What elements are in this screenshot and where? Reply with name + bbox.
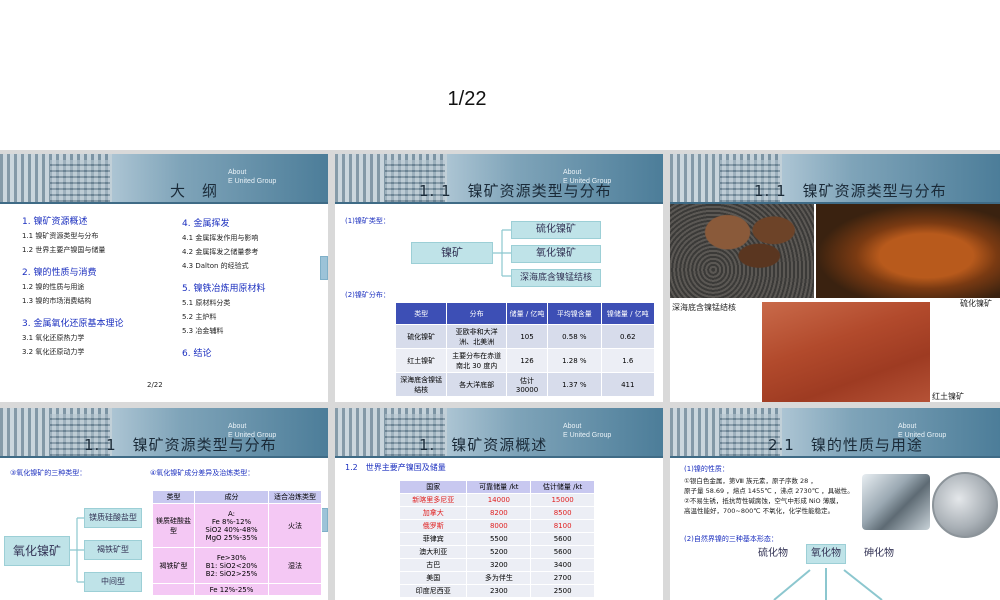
photo-caption: 红土镍矿 xyxy=(932,392,964,401)
slide-thumbnail-6[interactable]: About E United Group 2.1 镍的性质与用途 (1)镍的性质：… xyxy=(670,408,1000,600)
nickel-coin-photo xyxy=(932,472,998,538)
slide-title: 2.1 镍的性质与用途 xyxy=(768,436,923,454)
diagram-connector xyxy=(70,517,84,583)
slide-title: 1. 镍矿资源概述 xyxy=(419,436,548,454)
outline-section: 4. 金属挥发 xyxy=(182,219,230,229)
section-label: (2)镍矿分布： xyxy=(345,291,390,299)
diagram-branch-node: 褐铁矿型 xyxy=(84,540,142,560)
outline-section: 6. 结论 xyxy=(182,349,212,359)
outline-item: 3.1 氧化还原热力学 xyxy=(22,334,85,342)
diagram-branch-node: 硫化镍矿 xyxy=(511,221,601,239)
slide-page-number: 2/22 xyxy=(147,381,163,389)
slide-thumbnail-4[interactable]: About E United Group 1. 1 镍矿资源类型与分布 ③氧化镍矿… xyxy=(0,408,328,600)
slide-thumbnail-2[interactable]: About E United Group 1. 1 镍矿资源类型与分布 (1)镍矿… xyxy=(335,154,663,402)
table-header-row: 类型 分布 储量 / 亿吨 平均镍含量 镍储量 / 亿吨 xyxy=(394,302,656,325)
table-row: 印度尼西亚 2300 2500 xyxy=(398,584,595,598)
outline-item: 1.2 镍的性质与用途 xyxy=(22,283,85,291)
slide-title: 1. 1 镍矿资源类型与分布 xyxy=(84,436,277,454)
outline-section: 2. 镍的性质与消费 xyxy=(22,268,97,278)
section-label: 1.2 世界主要产镍国及储量 xyxy=(345,463,446,472)
slide-title: 大 纲 xyxy=(169,182,218,200)
section-label: ④氧化镍矿成分差异及治炼类型： xyxy=(150,469,255,477)
outline-section: 1. 镍矿资源概述 xyxy=(22,217,88,227)
properties-text: ①银白色金属，第Ⅷ 族元素，原子序数 28 ，原子量 58.69 ，熔点 145… xyxy=(684,477,854,515)
composition-table: 类型 成分 适合冶炼类型 镁质硅酸盐型 A: Fe 8%-12% SiO2 40%-4… xyxy=(152,490,322,596)
table-row: 新喀里多尼亚 14000 15000 xyxy=(398,493,595,507)
form-node: 氧化物 xyxy=(806,544,846,564)
table-row: 菲律宾 5500 5600 xyxy=(398,532,595,546)
form-node: 砷化物 xyxy=(860,546,898,564)
distribution-table: 类型 分布 储量 / 亿吨 平均镍含量 镍储量 / 亿吨 硫化镍矿 亚欧非和大洋洲、北美洲… xyxy=(394,302,656,397)
outline-section: 3. 金属氧化还原基本理论 xyxy=(22,319,124,329)
table-row: 俄罗斯 8000 8100 xyxy=(398,519,595,533)
diagram-root-node: 镍矿 xyxy=(411,242,493,264)
section-label: (1)镍矿类型： xyxy=(345,217,390,225)
diagram-branch-node: 中间型 xyxy=(84,572,142,592)
slide-title: 1. 1 镍矿资源类型与分布 xyxy=(754,182,947,200)
outline-item: 3.2 氧化还原动力学 xyxy=(22,348,85,356)
table-row: Fe 12%-25% xyxy=(152,583,322,596)
section-label: ③氧化镍矿的三种类型： xyxy=(10,469,87,477)
section-label: (2)自然界镍的三种基本形态： xyxy=(684,535,778,543)
slide-title: 1. 1 镍矿资源类型与分布 xyxy=(419,182,612,200)
table-row: 红土镍矿 主要分布在赤道南北 30 度内 126 1.28 % 1.6 xyxy=(394,348,656,373)
photo-caption: 硫化镍矿 xyxy=(960,299,992,308)
slide-thumbnail-3[interactable]: 1. 1 镍矿资源类型与分布 深海底含镍锰结核 硫化镍矿 红土镍矿 xyxy=(670,154,1000,402)
diagram-connector xyxy=(773,568,883,600)
table-row: 镁质硅酸盐型 A: Fe 8%-12% SiO2 40%-48% MgO 25%-… xyxy=(152,503,322,548)
diagram-connector xyxy=(493,229,511,277)
laterite-ore-photo xyxy=(762,302,930,402)
outline-section: 5. 镍铁冶炼用原材料 xyxy=(182,284,266,294)
sulfide-ore-photo xyxy=(816,204,1000,298)
outline-item: 4.2 金属挥发之储量参考 xyxy=(182,248,259,256)
outline-item: 5.3 冶金辅料 xyxy=(182,327,224,335)
outline-item: 5.1 原材料分类 xyxy=(182,299,231,307)
table-row: 褐铁矿型 Fe>30% B1: SiO2<20% B2: SiO2>25% 湿法 xyxy=(152,547,322,584)
table-row: 加拿大 8200 8500 xyxy=(398,506,595,520)
page-indicator: 1/22 xyxy=(447,88,487,110)
table-row: 硫化镍矿 亚欧非和大洋洲、北美洲 105 0.58 % 0.62 xyxy=(394,324,656,349)
diagram-root-node: 氧化镍矿 xyxy=(4,536,70,566)
photo-caption: 深海底含镍锰结核 xyxy=(672,303,736,312)
outline-item: 4.1 金属挥发作用与影响 xyxy=(182,234,259,242)
manganese-nodule-photo xyxy=(670,204,814,298)
table-row: 深海底含镍锰结核 各大洋底部 估计 30000 1.37 % 411 xyxy=(394,372,656,397)
diagram-branch-node: 镁质硅酸盐型 xyxy=(84,508,142,528)
outline-item: 1.2 世界主要产镍国与储量 xyxy=(22,246,106,254)
form-node: 硫化物 xyxy=(754,546,792,564)
table-row: 美国 多为伴生 2700 xyxy=(398,571,595,585)
nickel-metal-photo xyxy=(862,474,930,530)
table-row: 古巴 3200 3400 xyxy=(398,558,595,572)
slide-thumbnail-5[interactable]: About E United Group 1. 镍矿资源概述 1.2 世界主要产镍… xyxy=(335,408,663,600)
table-row: 澳大利亚 5200 5600 xyxy=(398,545,595,559)
outline-item: 5.2 主炉料 xyxy=(182,313,217,321)
diagram-branch-node: 氧化镍矿 xyxy=(511,245,601,263)
section-label: (1)镍的性质： xyxy=(684,465,729,473)
outline-item: 4.3 Dalton 的经验式 xyxy=(182,262,249,270)
slide-thumbnail-1[interactable]: About E United Group 大 纲 1. 镍矿资源概述 1.1 镍矿… xyxy=(0,154,328,402)
outline-item: 1.3 镍的市场消费结构 xyxy=(22,297,92,305)
reserves-table: 国家 可靠储量 /kt 估计储量 /kt 新喀里多尼亚 14000 15000 加拿大 8… xyxy=(398,480,595,598)
diagram-branch-node: 深海底含镍锰结核 xyxy=(511,269,601,287)
outline-item: 1.1 镍矿资源类型与分布 xyxy=(22,232,99,240)
